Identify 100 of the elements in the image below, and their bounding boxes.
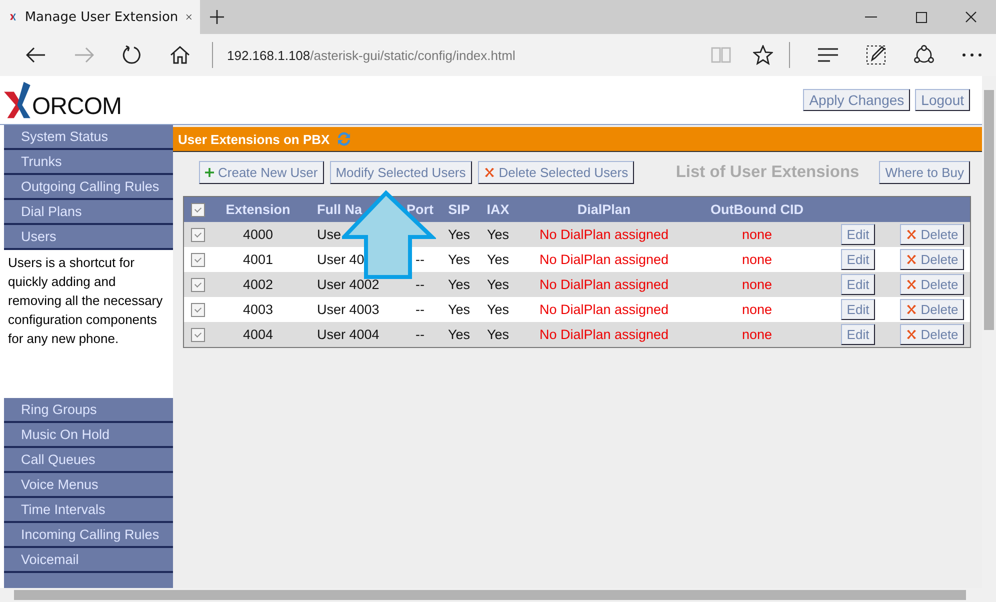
refresh-icon[interactable] [122, 45, 142, 65]
action-button[interactable]: Create New User [199, 161, 324, 184]
row-checkbox[interactable] [191, 228, 205, 242]
table-cell: none [742, 277, 772, 292]
table-cell: No DialPlan assigned [539, 252, 669, 267]
row-checkbox[interactable] [191, 303, 205, 318]
table-cell: none [742, 302, 772, 317]
action-button[interactable]: Modify Selected Users [330, 161, 472, 184]
table-cell: -- [416, 302, 424, 317]
where-to-buy-button[interactable]: Where to Buy [879, 161, 970, 184]
sidebar-item[interactable]: Ring Groups [4, 398, 173, 423]
action-button[interactable]: Delete Selected Users [478, 161, 634, 184]
table-cell: 4002 [242, 277, 274, 292]
table-cell: User 4002 [317, 277, 380, 292]
delete-icon [906, 304, 917, 315]
table-cell: Yes [448, 277, 470, 292]
column-header: SIP [448, 202, 470, 217]
sidebar-item[interactable]: Music On Hold [4, 423, 173, 448]
table-cell: Yes [486, 227, 510, 242]
sidebar-item[interactable]: Voicemail [4, 548, 173, 573]
delete-button[interactable]: Delete [900, 299, 964, 320]
delete-icon [484, 167, 495, 178]
minimize-icon[interactable] [865, 16, 877, 18]
browser-tab[interactable]: Manage User Extension [0, 0, 200, 34]
more-icon[interactable] [962, 53, 982, 57]
table-cell: 4000 [242, 227, 274, 242]
table-cell: Yes [486, 277, 510, 292]
sidebar-item[interactable]: System Status [4, 125, 173, 150]
new-tab-icon[interactable] [210, 10, 224, 24]
row-checkbox[interactable] [191, 278, 205, 292]
sidebar-item[interactable]: Users [4, 225, 173, 250]
edit-button[interactable]: Edit [840, 249, 876, 270]
menu-icon[interactable] [818, 48, 838, 62]
horizontal-scrollbar[interactable] [0, 588, 996, 602]
delete-button[interactable]: Delete [900, 249, 964, 270]
star-icon[interactable] [753, 45, 773, 65]
column-header: DialPlan [577, 202, 631, 217]
row-checkbox[interactable] [191, 328, 205, 342]
sidebar-item[interactable]: Incoming Calling Rules [4, 523, 173, 548]
table-cell: Yes [448, 227, 470, 242]
back-icon[interactable] [26, 47, 46, 63]
table-cell: No DialPlan assigned [539, 327, 669, 342]
delete-icon [906, 254, 917, 265]
column-header: OutBound CID [710, 202, 804, 217]
logo-icon [4, 81, 32, 119]
delete-button[interactable]: Delete [900, 224, 964, 245]
table-cell: Yes [486, 327, 510, 342]
plus-icon [205, 168, 214, 177]
column-header: Full Na [317, 202, 362, 217]
maximize-icon[interactable] [916, 12, 926, 22]
table-cell: Yes [448, 327, 470, 342]
column-header: Port [406, 202, 434, 217]
home-icon[interactable] [170, 46, 190, 64]
row-checkbox[interactable] [191, 253, 205, 268]
close-icon[interactable] [965, 11, 977, 23]
sidebar-item[interactable]: Time Intervals [4, 498, 173, 523]
table-cell: 4001 [242, 252, 274, 267]
delete-button[interactable]: Delete [900, 274, 964, 295]
table-cell: none [742, 327, 772, 342]
table-cell: Yes [448, 252, 470, 267]
select-all-checkbox[interactable] [191, 203, 205, 218]
table-cell: -- [416, 252, 424, 267]
table-cell: Yes [448, 302, 470, 317]
sidebar-item[interactable]: Outgoing Calling Rules [4, 175, 173, 200]
edit-button[interactable]: Edit [840, 299, 876, 320]
header-button[interactable]: Logout [915, 89, 970, 111]
sidebar-item[interactable]: Dial Plans [4, 200, 173, 225]
column-header: Extension [226, 202, 290, 217]
table-cell: Use [317, 227, 342, 242]
edit-button[interactable]: Edit [840, 224, 876, 245]
table-cell: Yes [486, 252, 510, 267]
list-title: List of User Extensions [676, 163, 860, 182]
table-cell: User 4003 [317, 302, 380, 317]
table-cell: User 40 [317, 252, 364, 267]
edit-button[interactable]: Edit [840, 324, 876, 345]
table-cell: No DialPlan assigned [539, 277, 669, 292]
column-header: IAX [486, 202, 510, 217]
share-icon[interactable] [913, 45, 935, 65]
table-cell: -- [416, 327, 424, 342]
table-cell: Yes [486, 302, 510, 317]
sidebar-item[interactable]: Voice Menus [4, 473, 173, 498]
delete-button[interactable]: Delete [900, 324, 964, 345]
delete-icon [906, 279, 917, 290]
edit-button[interactable]: Edit [840, 274, 876, 295]
pen-icon[interactable] [866, 45, 886, 65]
table-cell: none [742, 227, 772, 242]
table-cell: 4003 [242, 302, 274, 317]
logo-text: ORCOM [32, 95, 122, 119]
table-cell: No DialPlan assigned [539, 227, 669, 242]
help-text: Users is a shortcut for quickly adding and removing all the necessary configuration components for any new phone. [7, 254, 164, 348]
table-cell: 4004 [242, 327, 274, 342]
table-cell: none [742, 252, 772, 267]
address-bar[interactable]: 192.168.1.108/asterisk-gui/static/config/index.html [227, 48, 697, 62]
panel-title: User Extensions on PBX [178, 132, 330, 146]
delete-icon [906, 229, 917, 240]
sidebar-item[interactable]: Call Queues [4, 448, 173, 473]
sidebar-item[interactable]: Trunks [4, 150, 173, 175]
table-cell: No DialPlan assigned [539, 302, 669, 317]
table-cell: User 4004 [317, 327, 380, 342]
header-button[interactable]: Apply Changes [803, 89, 910, 111]
